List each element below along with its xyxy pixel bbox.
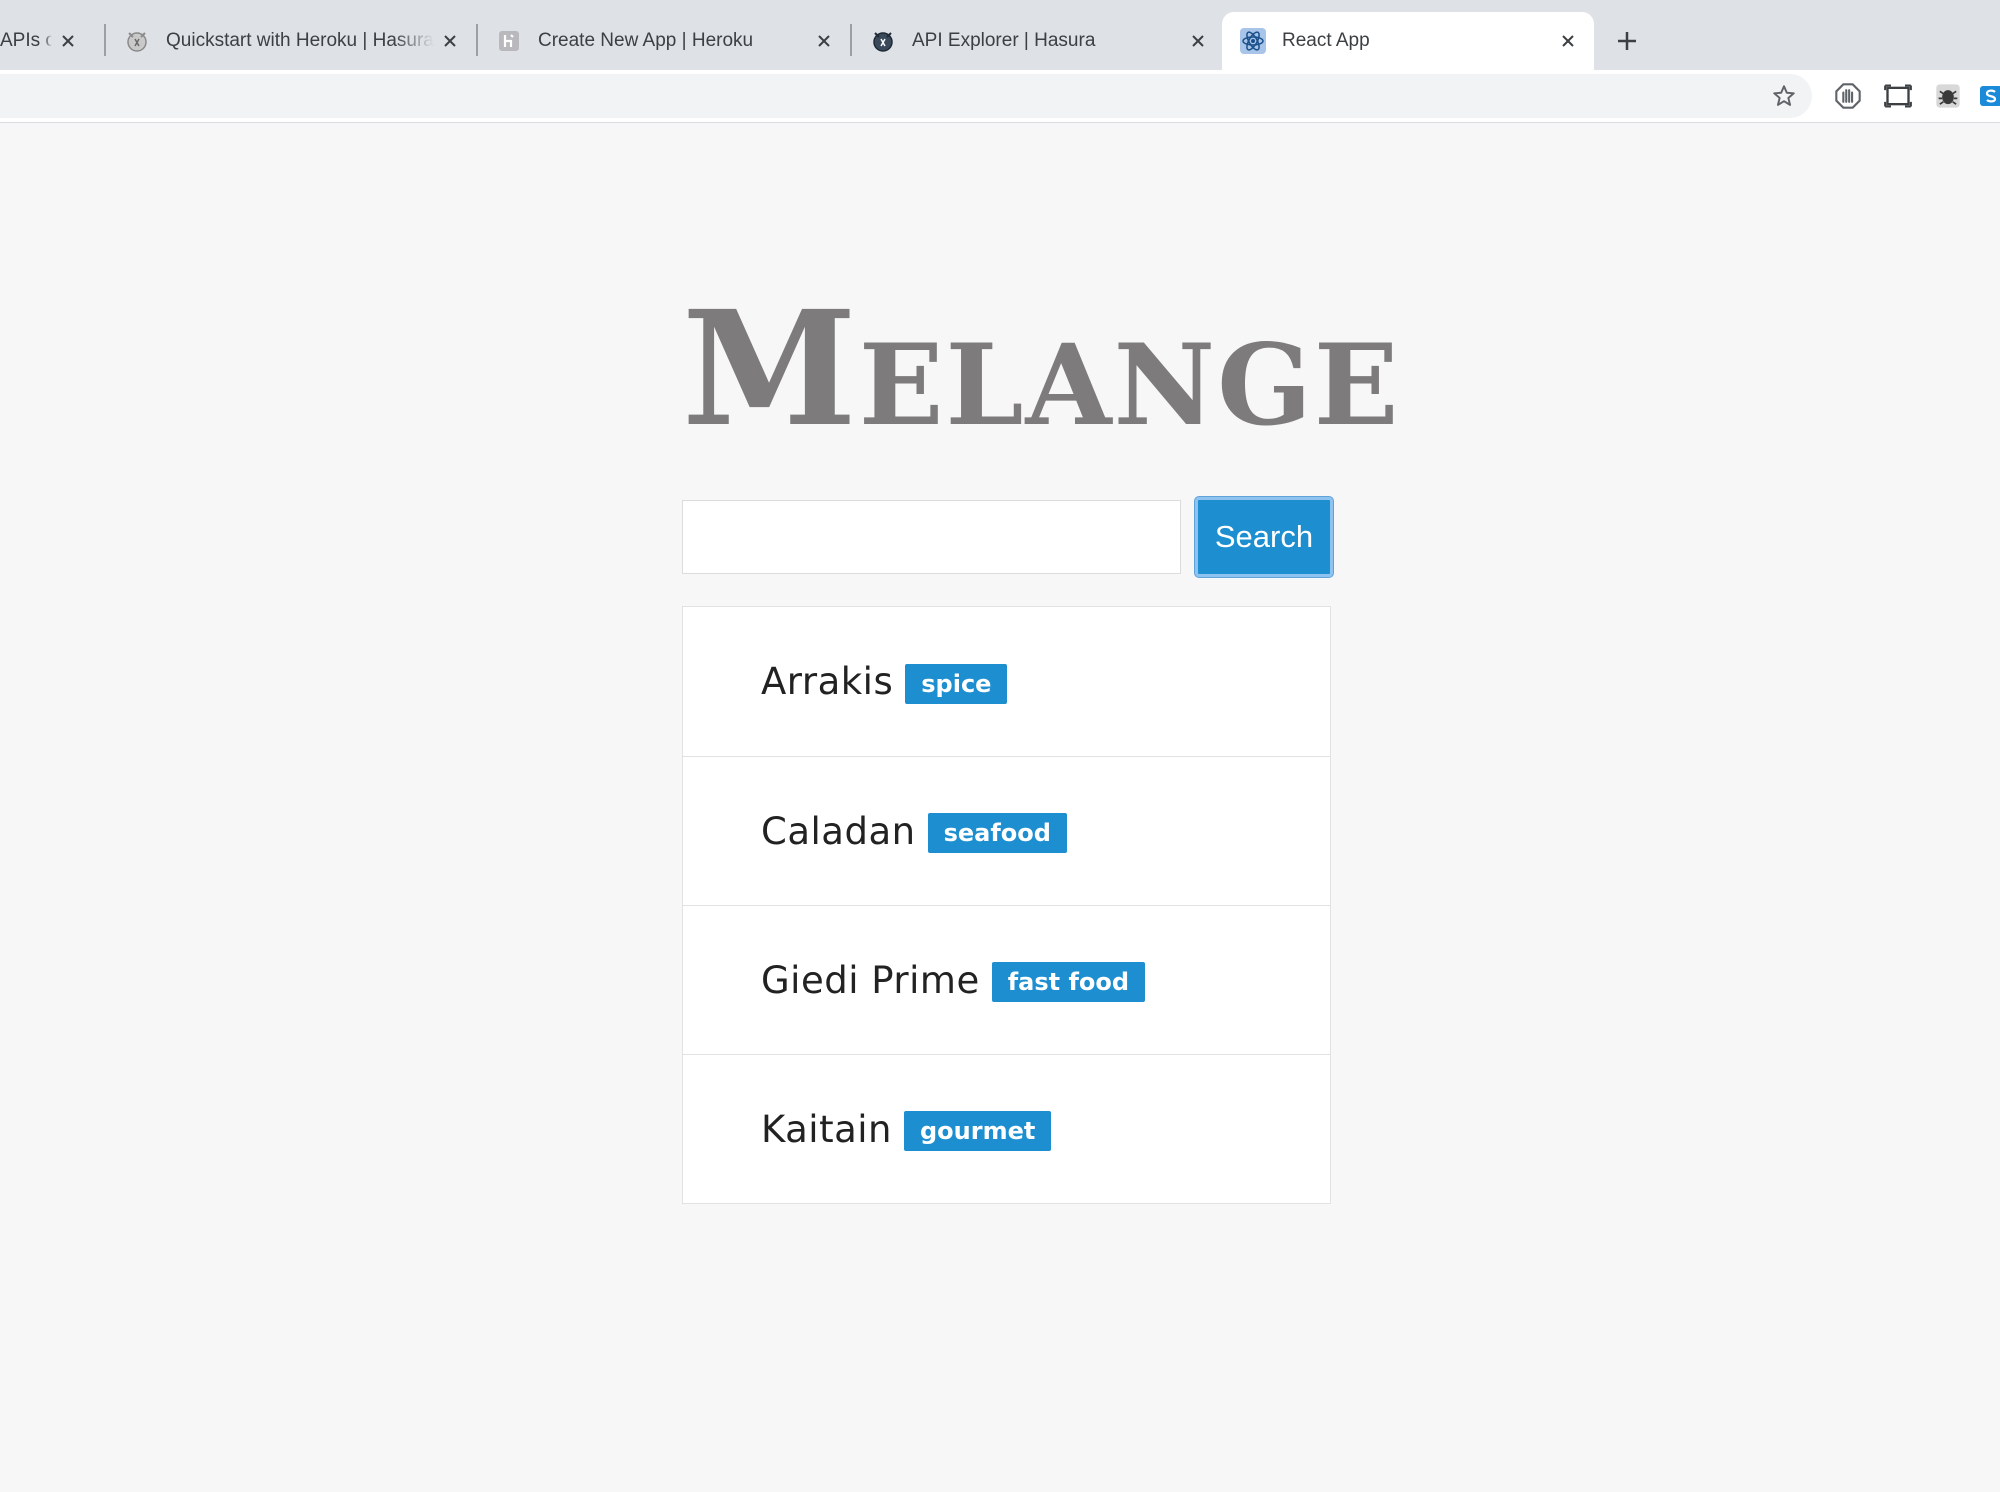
result-name: Arrakis bbox=[761, 660, 894, 703]
result-name: Caladan bbox=[761, 809, 916, 853]
hasura-icon bbox=[124, 28, 150, 54]
result-name: Giedi Prime bbox=[761, 958, 980, 1002]
address-bar[interactable] bbox=[0, 74, 1812, 118]
tab-close-icon[interactable] bbox=[434, 25, 466, 57]
s-extension-icon[interactable] bbox=[1980, 80, 2000, 112]
app-logo: Melange bbox=[682, 277, 1401, 462]
list-item[interactable]: Arrakis spice bbox=[683, 607, 1330, 756]
results-list: Arrakis spice Caladan seafood Giedi Prim… bbox=[682, 606, 1331, 1204]
react-icon bbox=[1240, 28, 1266, 54]
tab-react-app[interactable]: React App bbox=[1222, 12, 1594, 70]
list-item[interactable]: Kaitain gourmet bbox=[683, 1054, 1330, 1203]
tab-close-icon[interactable] bbox=[1182, 25, 1214, 57]
tab-close-icon[interactable] bbox=[808, 25, 840, 57]
tab-close-icon[interactable] bbox=[1552, 25, 1584, 57]
result-tag: spice bbox=[905, 663, 1008, 704]
result-tag: gourmet bbox=[903, 1111, 1052, 1151]
tab-create-new-app-heroku[interactable]: Create New App | Heroku bbox=[478, 12, 850, 70]
list-item[interactable]: Caladan seafood bbox=[683, 756, 1330, 905]
shield-extension-icon[interactable] bbox=[1832, 80, 1864, 112]
search-input[interactable] bbox=[682, 500, 1181, 574]
tab-close-icon[interactable] bbox=[52, 25, 84, 57]
list-item[interactable]: Giedi Prime fast food bbox=[683, 905, 1330, 1054]
tab-apis[interactable]: APIs on bbox=[0, 12, 94, 70]
tab-api-explorer-hasura[interactable]: API Explorer | Hasura bbox=[852, 12, 1224, 70]
tab-title: API Explorer | Hasura bbox=[912, 30, 1096, 51]
result-tag: seafood bbox=[927, 813, 1067, 853]
tab-strip: APIs on Quickstart with Heroku | Hasura bbox=[0, 0, 2000, 70]
result-name: Kaitain bbox=[761, 1107, 892, 1151]
tab-title: React App bbox=[1282, 30, 1370, 51]
hasura-icon bbox=[870, 28, 896, 54]
heroku-icon bbox=[496, 28, 522, 54]
browser-toolbar bbox=[0, 70, 2000, 123]
result-tag: fast food bbox=[991, 962, 1146, 1002]
screenshot-extension-icon[interactable] bbox=[1882, 80, 1914, 112]
bug-extension-icon[interactable] bbox=[1932, 80, 1964, 112]
new-tab-icon[interactable] bbox=[1607, 21, 1647, 61]
tab-title: Create New App | Heroku bbox=[538, 30, 754, 51]
tab-quickstart-heroku-hasura[interactable]: Quickstart with Heroku | Hasura bbox=[106, 12, 476, 70]
bookmark-star-icon[interactable] bbox=[1768, 80, 1800, 112]
tab-title: APIs on bbox=[0, 30, 52, 51]
tab-title: Quickstart with Heroku | Hasura bbox=[166, 30, 434, 51]
search-button[interactable]: Search bbox=[1195, 497, 1333, 577]
